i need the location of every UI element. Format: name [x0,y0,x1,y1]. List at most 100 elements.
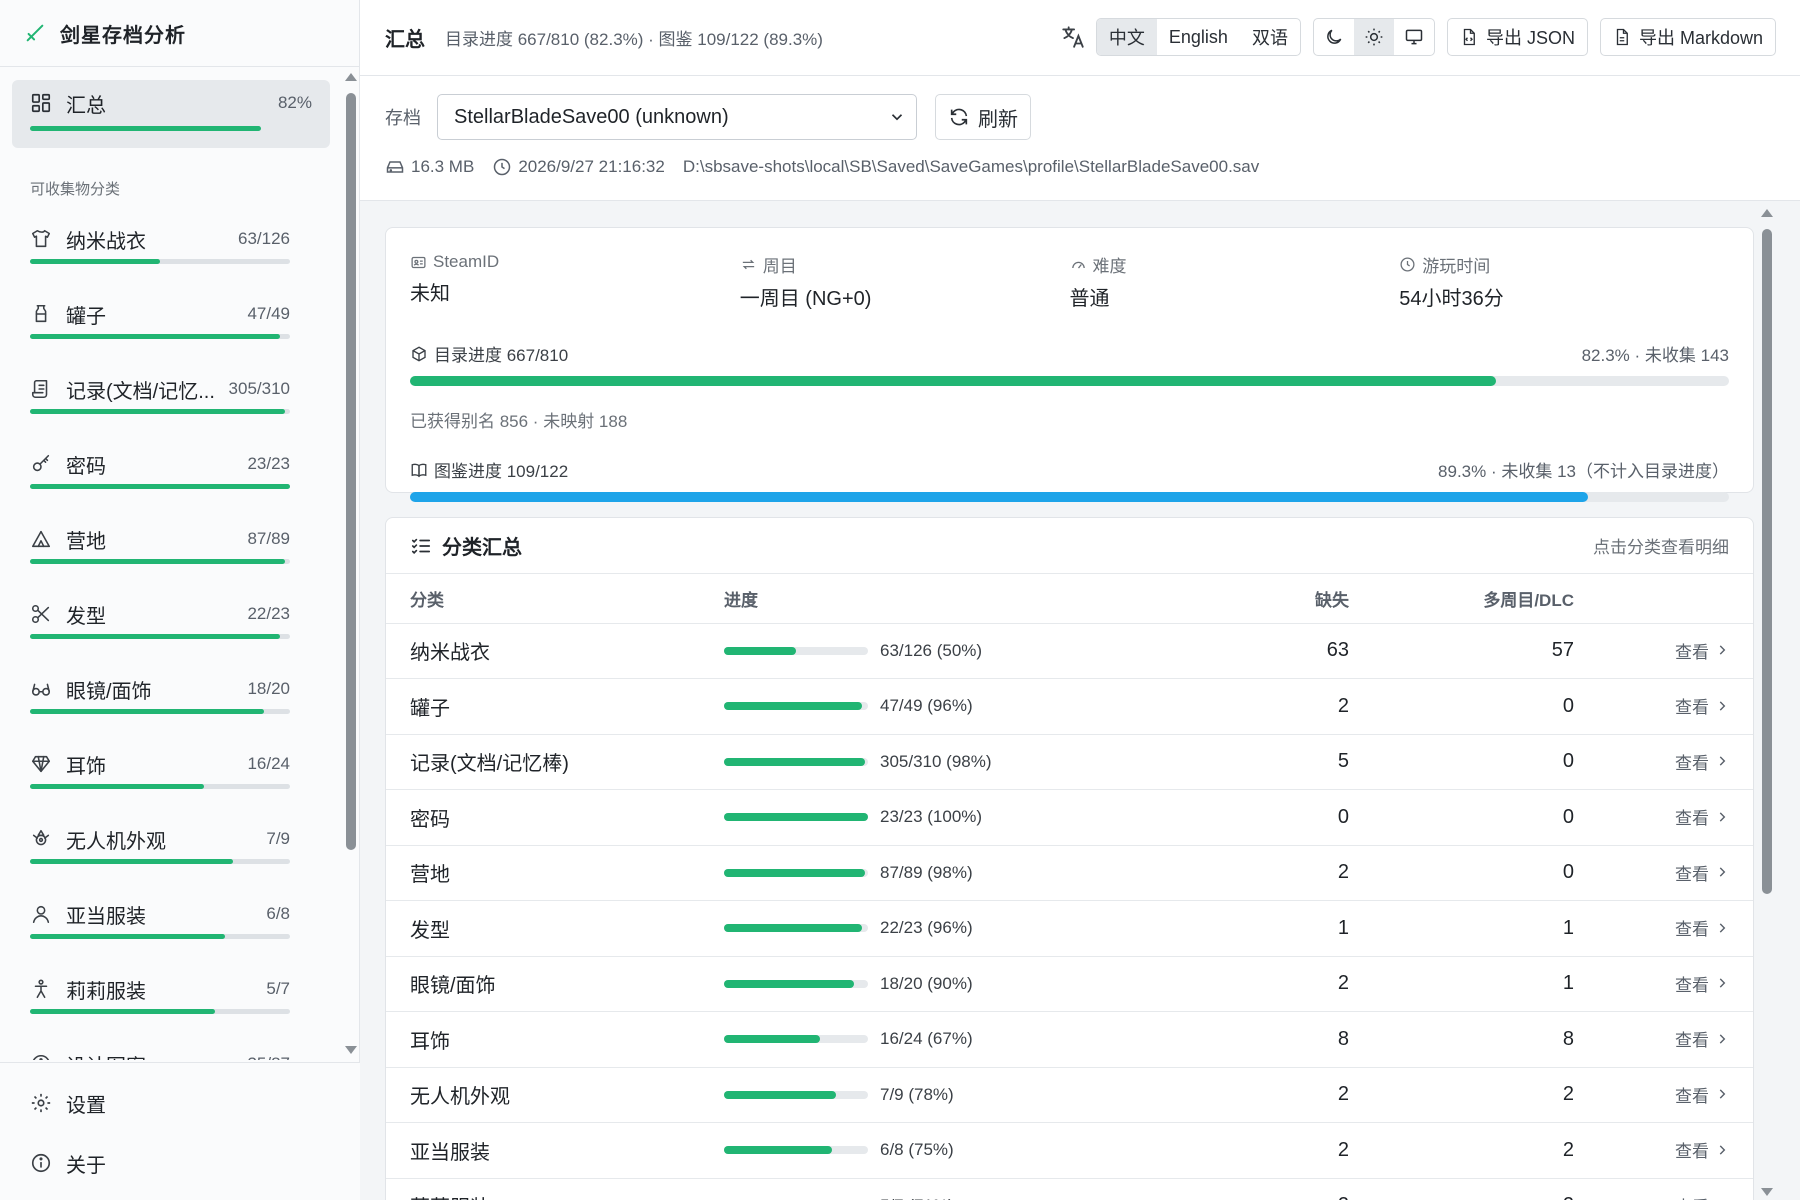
sidebar-item-count: 18/20 [247,679,290,698]
view-link[interactable]: 查看 [1675,915,1729,940]
sidebar-item[interactable]: 耳饰 16/24 [0,736,342,811]
table-row[interactable]: 眼镜/面饰 18/20 (90%) 2 1 查看 [386,956,1753,1012]
catalog-progress-bar [410,376,1729,386]
sidebar-item-progress [30,859,290,864]
language-option-zh[interactable]: 中文 [1096,19,1157,55]
cell-action: 查看 [1574,1122,1753,1179]
progress-fill [724,702,863,711]
save-select[interactable]: StellarBladeSave00 (unknown) [437,94,917,140]
table-row[interactable]: 营地 87/89 (98%) 2 0 查看 [386,845,1753,901]
sidebar-nav[interactable]: 汇总 82% 可收集物分类 纳米战衣 63/126 罐子 47/49 记录(文档/记忆.… [0,67,342,1060]
view-link[interactable]: 查看 [1675,860,1729,885]
table-row[interactable]: 密码 23/23 (100%) 0 0 查看 [386,789,1753,846]
sidebar-item-progress [30,934,290,939]
export-markdown-button[interactable]: 导出 Markdown [1599,18,1776,56]
cell-category: 罐子 [386,678,724,735]
codex-progress-stats: 89.3% · 未收集 13（不计入目录进度） [1438,462,1729,481]
theme-dark-button[interactable] [1314,19,1354,55]
scroll-thumb[interactable] [1762,229,1772,894]
sidebar-item[interactable]: 莉莉服装 5/7 [0,961,342,1036]
table-row[interactable]: 无人机外观 7/9 (78%) 2 2 查看 [386,1067,1753,1123]
scroll-down-arrow[interactable] [1761,1188,1773,1196]
view-link[interactable]: 查看 [1675,1026,1729,1051]
stat-value: 54小时36分 [1399,288,1504,310]
table-row[interactable]: 亚当服装 6/8 (75%) 2 2 查看 [386,1122,1753,1179]
row-progress-bar [724,1035,868,1044]
scroll-thumb[interactable] [346,93,356,850]
sidebar-item[interactable]: 亚当服装 6/8 [0,886,342,961]
about-link[interactable]: 关于 [30,1133,360,1193]
column-header-progress: 进度 [724,574,1174,624]
stat-value: 一周目 (NG+0) [739,288,872,310]
cell-progress: 47/49 (96%) [724,678,1174,735]
sidebar-item-label: 莉莉服装 [66,980,146,1003]
table-row[interactable]: 记录(文档/记忆棒) 305/310 (98%) 5 0 查看 [386,734,1753,790]
table-row[interactable]: 纳米战衣 63/126 (50%) 63 57 查看 [386,623,1753,679]
table-row[interactable]: 发型 22/23 (96%) 1 1 查看 [386,900,1753,957]
chevron-right-icon [1715,1143,1729,1157]
row-progress-bar [724,757,868,766]
sidebar-item[interactable]: 眼镜/面饰 18/20 [0,661,342,736]
sidebar-item[interactable]: 无人机外观 7/9 [0,811,342,886]
clock-icon [492,157,512,177]
sidebar-item[interactable]: 营地 87/89 [0,511,342,586]
main-content: SteamID 未知 周目 一周目 (NG+0) 难度 普通 游玩时间 54小时… [360,201,1778,1200]
moon-icon [1324,27,1344,47]
view-link[interactable]: 查看 [1675,1137,1729,1162]
cell-action: 查看 [1574,734,1753,790]
sidebar-item[interactable]: 设计图案 35/87 [0,1036,342,1060]
scroll-up-arrow[interactable] [1761,209,1773,217]
stat-value: 未知 [410,283,450,305]
table-row[interactable]: 莉莉服装 5/7 (71%) 22 查看 [386,1178,1753,1200]
stat-cycle: 周目 一周目 (NG+0) [740,252,1070,311]
sidebar-item-summary[interactable]: 汇总 82% [12,80,330,148]
sidebar-item-progress [30,409,290,414]
theme-light-button[interactable] [1353,19,1394,55]
column-header-missing: 缺失 [1174,574,1349,624]
language-option-en[interactable]: English [1157,19,1240,55]
view-link[interactable]: 查看 [1675,804,1729,829]
stat-steamid: SteamID 未知 [410,252,740,311]
view-link[interactable]: 查看 [1675,693,1729,718]
save-select-value: StellarBladeSave00 (unknown) [454,105,729,128]
sidebar-item[interactable]: 发型 22/23 [0,586,342,661]
language-switch[interactable]: 中文 English 双语 [1095,18,1301,56]
user-icon [30,903,52,925]
language-option-bilingual[interactable]: 双语 [1240,19,1300,55]
stat-label: SteamID [433,252,500,271]
refresh-button[interactable]: 刷新 [935,94,1031,140]
export-markdown-label: 导出 Markdown [1638,28,1763,48]
page-subtitle: 目录进度 667/810 (82.3%) · 图鉴 109/122 (89.3%… [445,30,823,49]
table-row[interactable]: 罐子 47/49 (96%) 2 0 查看 [386,678,1753,735]
sidebar-item[interactable]: 罐子 47/49 [0,286,342,361]
glasses-icon [30,678,52,700]
theme-system-button[interactable] [1394,19,1434,55]
chevron-right-icon [1715,1087,1729,1101]
summary-title: 分类汇总 [410,531,522,560]
sidebar-item[interactable]: 记录(文档/记忆... 305/310 [0,361,342,436]
stat-label: 游玩时间 [1422,257,1491,276]
scroll-up-arrow[interactable] [345,73,357,81]
settings-label: 设置 [66,1094,106,1117]
codex-progress-header: 图鉴进度 109/122 89.3% · 未收集 13（不计入目录进度） [410,457,1729,482]
view-link[interactable]: 查看 [1675,1082,1729,1107]
view-link[interactable]: 查看 [1675,1193,1729,1200]
view-link[interactable]: 查看 [1675,971,1729,996]
export-json-button[interactable]: 导出 JSON [1446,18,1588,56]
theme-switch[interactable] [1312,18,1435,56]
settings-link[interactable]: 设置 [30,1073,360,1133]
view-link[interactable]: 查看 [1675,638,1729,663]
view-link[interactable]: 查看 [1675,749,1729,774]
gauge-icon [1070,256,1087,273]
person-icon [30,978,52,1000]
table-row[interactable]: 耳饰 16/24 (67%) 8 8 查看 [386,1011,1753,1068]
sidebar-item[interactable]: 密码 23/23 [0,436,342,511]
row-progress-bar [724,1090,868,1099]
file-size: 16.3 MB [385,157,474,177]
sidebar-scrollbar[interactable] [344,73,358,1054]
main-scrollbar[interactable] [1760,209,1774,1196]
scroll-down-arrow[interactable] [345,1046,357,1054]
row-progress-bar [724,813,868,822]
sidebar-item[interactable]: 纳米战衣 63/126 [0,211,342,286]
cell-action: 查看 [1574,623,1753,679]
